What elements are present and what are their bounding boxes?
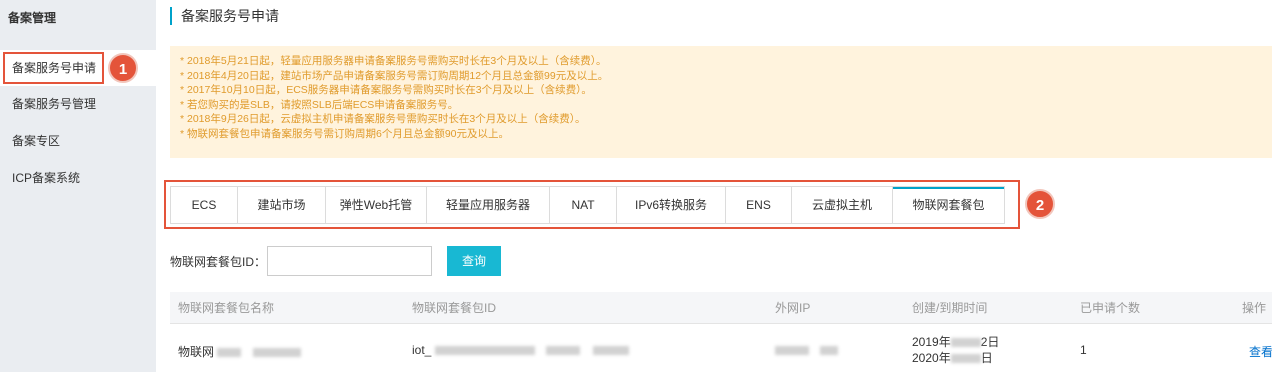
cell-id: iot_ <box>412 343 630 357</box>
col-header-id: 物联网套餐包ID <box>412 301 497 315</box>
package-id-input[interactable] <box>267 246 432 276</box>
sidebar-item-label: ICP备案系统 <box>12 171 81 185</box>
highlight-box-2 <box>164 180 1020 229</box>
cell-count: 1 <box>1080 343 1087 357</box>
notice-line: * 2018年4月20日起，建站市场产品申请备案服务号需订购周期12个月且总金额… <box>180 69 609 82</box>
redacted-text <box>252 348 301 358</box>
annotation-badge-2: 2 <box>1025 189 1055 219</box>
redacted-text <box>950 338 981 348</box>
redacted-text <box>434 346 535 356</box>
sidebar-item-manage[interactable]: 备案服务号管理 <box>0 86 156 122</box>
search-button[interactable]: 查询 <box>447 246 501 276</box>
cell-ip <box>775 343 839 357</box>
col-header-count: 已申请个数 <box>1080 301 1141 315</box>
notice-banner: * 2018年5月21日起，轻量应用服务器申请备案服务号需购买时长在3个月及以上… <box>170 46 1272 158</box>
notice-line: * 2018年9月26日起，云虚拟主机申请备案服务号需购买时长在3个月及以上（含… <box>180 113 586 126</box>
redacted-text <box>593 346 630 356</box>
col-header-action: 操作 <box>1242 301 1267 315</box>
notice-line: * 2017年10月10日起，ECS服务器申请备案服务号需购买时长在3个月及以上… <box>180 84 592 97</box>
search-label: 物联网套餐包ID： <box>170 255 267 269</box>
sidebar-item-label: 备案专区 <box>12 134 61 148</box>
cell-name: 物联网 <box>178 343 301 360</box>
results-table: 物联网套餐包名称 物联网套餐包ID 外网IP 创建/到期时间 已申请个数 操作 … <box>170 292 1272 374</box>
annotation-badge-1: 1 <box>108 53 138 83</box>
sidebar-item-label: 备案服务号管理 <box>12 97 97 111</box>
notice-line: * 2018年5月21日起，轻量应用服务器申请备案服务号需购买时长在3个月及以上… <box>180 55 607 67</box>
redacted-text <box>820 346 839 356</box>
redacted-text <box>950 354 981 364</box>
sidebar-item-zone[interactable]: 备案专区 <box>0 123 156 159</box>
notice-line: * 若您购买的是SLB，请按照SLB后端ECS申请备案服务号。 <box>180 98 459 111</box>
redacted-text <box>775 346 809 356</box>
sidebar-title: 备案管理 <box>8 11 57 25</box>
notice-line: * 物联网套餐包申请备案服务号需订购周期6个月且总金额90元及以上。 <box>180 127 510 140</box>
highlight-box-1 <box>3 52 104 84</box>
col-header-name: 物联网套餐包名称 <box>178 301 275 315</box>
col-header-ip: 外网IP <box>775 301 811 315</box>
table-row: 物联网 iot_ 2019年 2日 2020年日 1 查看 <box>170 324 1272 374</box>
redacted-text <box>546 346 581 356</box>
page-title: 备案服务号申请 <box>170 7 279 25</box>
col-header-time: 创建/到期时间 <box>912 301 988 315</box>
redacted-text <box>217 348 242 358</box>
cell-time: 2019年 2日 2020年日 <box>912 335 1000 365</box>
sidebar-item-icp[interactable]: ICP备案系统 <box>0 160 156 196</box>
table-header: 物联网套餐包名称 物联网套餐包ID 外网IP 创建/到期时间 已申请个数 操作 <box>170 292 1272 324</box>
view-link[interactable]: 查看 <box>1249 343 1272 360</box>
